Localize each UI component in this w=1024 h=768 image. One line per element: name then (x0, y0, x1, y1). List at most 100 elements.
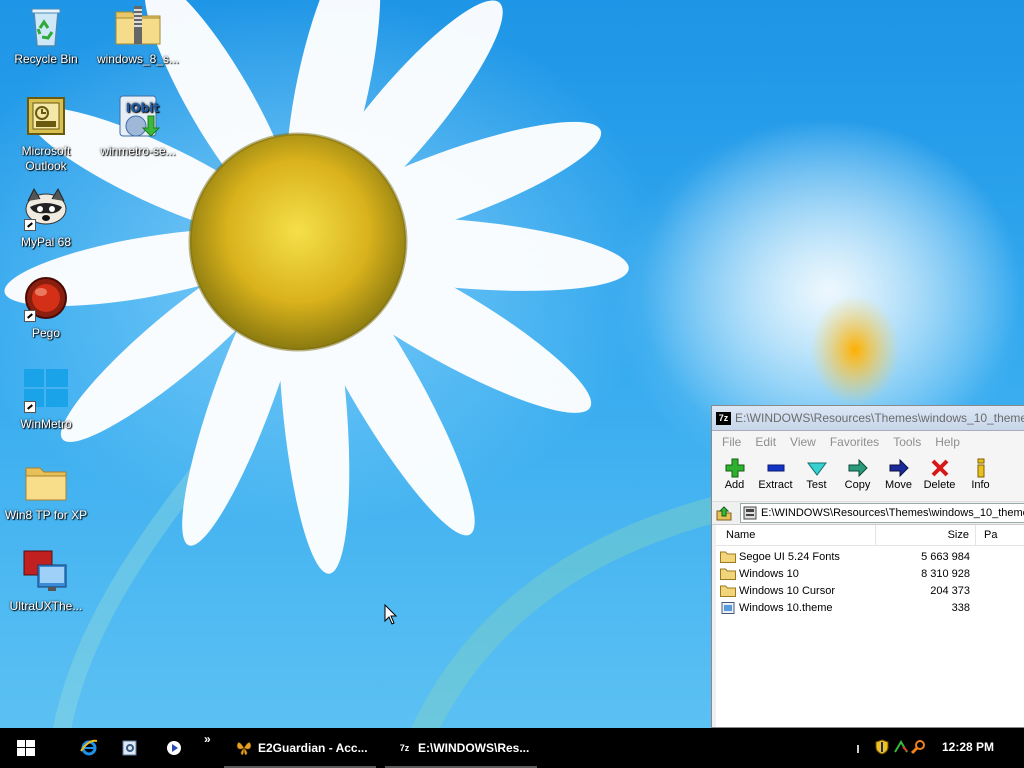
delete-label: Delete (923, 479, 956, 491)
folder-icon (720, 585, 736, 597)
search-magnifier-icon[interactable] (911, 739, 927, 755)
desktop-icon-label: WinMetro (20, 417, 72, 431)
column-packed[interactable]: Pa (976, 529, 997, 541)
file-name: Windows 10 (739, 567, 799, 580)
info-label: Info (971, 479, 990, 491)
path-field[interactable]: E:\WINDOWS\Resources\Themes\windows_10_t… (740, 503, 1024, 523)
mouse-cursor-icon (384, 604, 398, 625)
folder-icon (22, 458, 70, 506)
desktop-icon-outlook[interactable]: Microsoft Outlook (2, 94, 90, 174)
file-name: Segoe UI 5.24 Fonts (739, 550, 840, 563)
sevenzip-window[interactable]: 7z E:\WINDOWS\Resources\Themes\windows_1… (711, 405, 1024, 728)
task-label: E2Guardian - Acc... (258, 741, 368, 755)
copy-icon (837, 457, 878, 479)
start-button[interactable] (17, 740, 35, 756)
table-row[interactable]: Windows 10 Cursor 204 373 (716, 582, 1024, 599)
clock[interactable]: 12:28 PM (942, 740, 994, 754)
info-button[interactable]: Info (960, 453, 1001, 491)
table-row[interactable]: Windows 10.theme 338 (716, 599, 1024, 616)
table-row[interactable]: Windows 10 8 310 928 (716, 565, 1024, 582)
add-icon (714, 457, 755, 479)
column-name[interactable]: Name (716, 525, 876, 545)
raccoon-icon (22, 185, 70, 233)
menu-edit[interactable]: Edit (749, 435, 784, 449)
windows-logo-icon (22, 367, 70, 415)
sevenzip-app-icon: 7z (716, 411, 731, 425)
menu-favorites[interactable]: Favorites (824, 435, 887, 449)
iobit-installer-icon: IObit (114, 94, 162, 142)
copy-label: Copy (844, 479, 871, 491)
folder-icon (720, 568, 736, 580)
svg-text:IObit: IObit (126, 101, 159, 115)
tray-separator (857, 745, 859, 753)
network-icon[interactable] (893, 739, 909, 755)
quicklaunch-overflow-chevron[interactable]: » (204, 732, 211, 746)
window-titlebar[interactable]: 7z E:\WINDOWS\Resources\Themes\windows_1… (712, 406, 1024, 431)
address-bar: E:\WINDOWS\Resources\Themes\windows_10_t… (712, 502, 1024, 525)
menu-view[interactable]: View (784, 435, 824, 449)
extract-label: Extract (758, 479, 793, 491)
butterfly-icon (236, 742, 252, 755)
file-name: Windows 10.theme (739, 601, 833, 614)
outlook-icon (22, 94, 70, 142)
desktop-icon-label: windows_8_s... (96, 52, 180, 66)
file-list: Name Size Pa Segoe UI 5.24 Fonts 5 663 9… (716, 524, 1024, 727)
recycle-bin-icon (22, 2, 70, 50)
shortcut-arrow-icon (24, 401, 36, 413)
desktop-icon-mypal[interactable]: MyPal 68 (2, 185, 90, 250)
taskbar: » E2Guardian - Acc... 7z E:\WINDOWS\Res.… (0, 728, 1024, 768)
up-folder-icon[interactable] (716, 505, 732, 521)
desktop-icon-win8-tp-folder[interactable]: Win8 TP for XP (2, 458, 90, 523)
window-title: E:\WINDOWS\Resources\Themes\windows_10_t… (735, 411, 1024, 425)
desktop-icon-ultraux[interactable]: UltraUXThe... (2, 549, 90, 614)
desktop-icon-label: UltraUXThe... (9, 599, 83, 613)
desktop-icon-winmetro-setup[interactable]: IObit winmetro-se... (94, 94, 182, 159)
add-button[interactable]: Add (714, 453, 755, 491)
desktop: Recycle Bin windows_8_s... Microsoft Out… (0, 0, 1024, 728)
delete-icon (919, 457, 960, 479)
menu-bar: File Edit View Favorites Tools Help (712, 431, 1024, 453)
menu-help[interactable]: Help (929, 435, 968, 449)
copy-button[interactable]: Copy (837, 453, 878, 491)
taskbar-task-e2guardian[interactable]: E2Guardian - Acc... (224, 728, 376, 768)
menu-file[interactable]: File (716, 435, 749, 449)
extract-icon (755, 457, 796, 479)
menu-tools[interactable]: Tools (887, 435, 929, 449)
column-size[interactable]: Size (876, 525, 976, 545)
zip-folder-icon (114, 2, 162, 50)
file-size: 5 663 984 (921, 550, 970, 563)
security-shield-icon[interactable] (875, 739, 889, 755)
sevenzip-icon: 7z (397, 741, 412, 755)
archive-icon (743, 506, 757, 520)
desktop-icon-label: MyPal 68 (20, 235, 72, 249)
move-button[interactable]: Move (878, 453, 919, 491)
desktop-icon-label: Recycle Bin (14, 52, 78, 66)
internet-explorer-icon[interactable] (80, 739, 98, 757)
move-icon (878, 457, 919, 479)
explorer-notes-icon[interactable] (122, 739, 138, 757)
extract-button[interactable]: Extract (755, 453, 796, 491)
delete-button[interactable]: Delete (919, 453, 960, 491)
media-player-icon[interactable] (165, 739, 183, 757)
test-button[interactable]: Test (796, 453, 837, 491)
folder-icon (720, 551, 736, 563)
file-size: 338 (951, 601, 970, 614)
desktop-icon-pego[interactable]: Pego (2, 276, 90, 341)
desktop-icon-winmetro[interactable]: WinMetro (2, 367, 90, 432)
file-size: 8 310 928 (921, 567, 970, 580)
desktop-icon-label: Microsoft Outlook (21, 144, 71, 173)
test-label: Test (806, 479, 827, 491)
file-size: 204 373 (930, 584, 970, 597)
desktop-icon-recycle-bin[interactable]: Recycle Bin (2, 2, 90, 67)
desktop-icon-label: Win8 TP for XP (4, 508, 88, 522)
table-row[interactable]: Segoe UI 5.24 Fonts 5 663 984 (716, 548, 1024, 565)
ultraux-icon (22, 549, 70, 597)
desktop-icon-zip-archive[interactable]: windows_8_s... (94, 2, 182, 67)
toolbar: Add Extract Test Copy Move Delete Info (712, 453, 1024, 502)
add-label: Add (724, 479, 745, 491)
path-text: E:\WINDOWS\Resources\Themes\windows_10_t… (761, 507, 1024, 519)
taskbar-task-sevenzip[interactable]: 7z E:\WINDOWS\Res... (385, 728, 537, 768)
desktop-icon-label: Pego (31, 326, 61, 340)
info-icon (960, 457, 1001, 479)
pego-icon (22, 276, 70, 324)
